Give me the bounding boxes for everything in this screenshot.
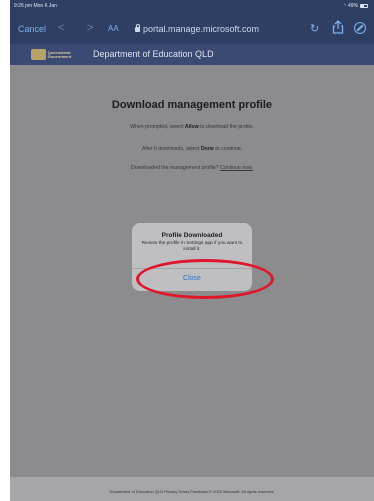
crest-icon xyxy=(31,49,46,60)
instruction-text: to download the profile. xyxy=(198,124,254,130)
instruction-done: After it downloads, select Done to conti… xyxy=(10,146,374,152)
status-time: 9:26 pm Mon 6 Jan xyxy=(14,3,57,9)
instruction-text: When prompted, select xyxy=(130,124,185,130)
logo-text: Queensland Government xyxy=(47,49,72,59)
instruction-continue: Downloaded the management profile? Conti… xyxy=(10,165,374,171)
lock-icon xyxy=(135,23,140,32)
cancel-button[interactable]: Cancel xyxy=(18,24,46,34)
address-bar[interactable]: portal.manage.microsoft.com xyxy=(135,23,260,34)
alert-title: Profile Downloaded xyxy=(161,232,223,239)
battery-percent: 49% xyxy=(347,3,358,9)
instruction-text: to continue. xyxy=(213,146,243,152)
instruction-allow: When prompted, select Allow to download … xyxy=(10,124,374,130)
page-title: Download management profile xyxy=(111,99,273,111)
highlight-circle xyxy=(136,259,274,299)
site-header: Queensland Government Department of Educ… xyxy=(10,44,374,65)
instruction-text: After it downloads, select xyxy=(141,146,201,152)
ipad-screen: 9:26 pm Mon 6 Jan ◝ 49% Cancel < > AA po… xyxy=(10,0,374,501)
continue-now-link[interactable]: Continue now. xyxy=(220,165,253,171)
status-right: ◝ 49% xyxy=(344,3,368,9)
url-text: portal.manage.microsoft.com xyxy=(143,24,260,34)
compass-icon[interactable] xyxy=(354,22,366,34)
share-icon[interactable] xyxy=(332,20,344,34)
qld-government-logo: Queensland Government xyxy=(31,48,91,61)
instruction-bold: Done xyxy=(200,146,214,152)
instruction-bold: Allow xyxy=(184,124,199,130)
battery-icon xyxy=(360,4,368,8)
browser-toolbar: Cancel < > AA portal.manage.microsoft.co… xyxy=(10,14,374,44)
footer-text: Department of Education QLD Privacy Term… xyxy=(109,489,275,494)
text-size-button[interactable]: AA xyxy=(108,24,119,33)
alert-message: Review the profile in Settings app if yo… xyxy=(141,241,243,252)
status-bar: 9:26 pm Mon 6 Jan ◝ 49% xyxy=(10,0,374,14)
page-footer: Department of Education QLD Privacy Term… xyxy=(10,477,374,501)
forward-icon[interactable]: > xyxy=(87,22,93,34)
wifi-icon: ◝ xyxy=(344,3,346,9)
back-icon[interactable]: < xyxy=(58,22,64,34)
reload-icon[interactable]: ↻ xyxy=(310,22,319,35)
site-title: Department of Education QLD xyxy=(93,49,214,59)
instruction-text: Downloaded the management profile? xyxy=(130,165,221,171)
